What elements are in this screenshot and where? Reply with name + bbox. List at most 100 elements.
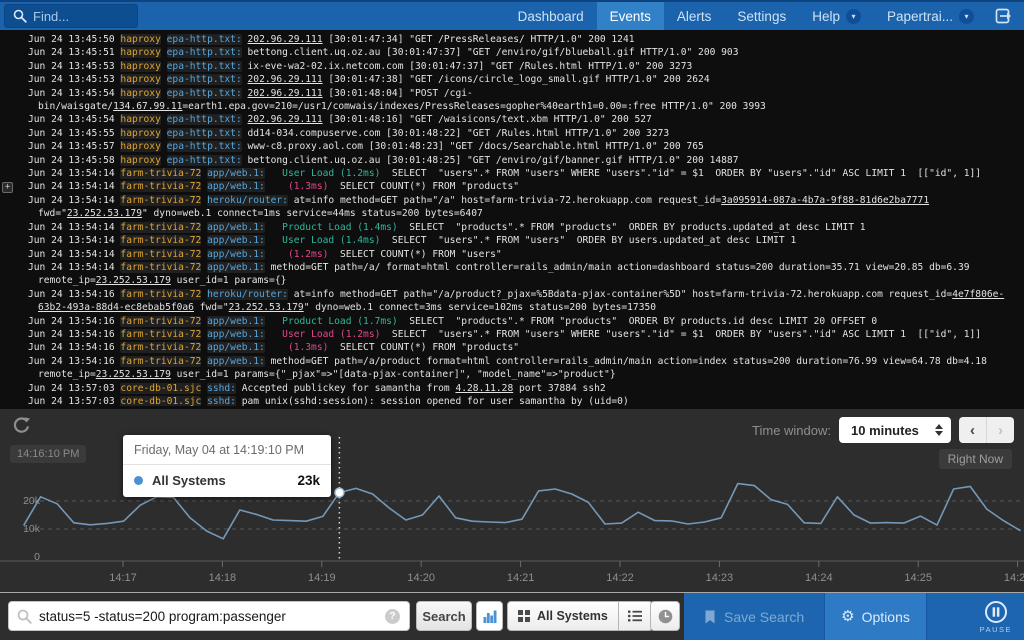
log-linked-token[interactable]: 202.96.29.111: [248, 34, 323, 45]
log-program-name[interactable]: sshd:: [207, 383, 236, 394]
log-line[interactable]: Jun 24 13:57:03 core-db-01.sjc sshd: pam…: [0, 395, 1024, 406]
seek-to-time-button[interactable]: [650, 601, 680, 631]
nav-item-alerts[interactable]: Alerts: [664, 2, 725, 30]
log-linked-token[interactable]: 23.252.53.179: [96, 275, 171, 286]
log-linked-token[interactable]: 202.96.29.111: [248, 74, 323, 85]
log-system-name[interactable]: farm-trivia-72: [120, 222, 201, 233]
log-system-name[interactable]: haproxy: [120, 88, 160, 99]
log-line[interactable]: Jun 24 13:45:54 haproxy epa-http.txt: 20…: [0, 113, 1024, 126]
log-line[interactable]: Jun 24 13:54:16 farm-trivia-72 app/web.1…: [0, 355, 1024, 382]
log-system-name[interactable]: haproxy: [120, 34, 160, 45]
log-system-name[interactable]: farm-trivia-72: [120, 316, 201, 327]
log-program-name[interactable]: epa-http.txt:: [167, 141, 242, 152]
pager-prev-button[interactable]: ‹: [959, 417, 987, 443]
time-window-select[interactable]: 10 minutes: [839, 417, 951, 443]
nav-item-dashboard[interactable]: Dashboard: [505, 2, 597, 30]
log-line[interactable]: Jun 24 13:45:53 haproxy epa-http.txt: ix…: [0, 60, 1024, 73]
log-program-name[interactable]: epa-http.txt:: [167, 88, 242, 99]
log-system-name[interactable]: haproxy: [120, 128, 160, 139]
log-line[interactable]: Jun 24 13:54:16 farm-trivia-72 app/web.1…: [0, 341, 1024, 354]
log-system-name[interactable]: farm-trivia-72: [120, 249, 201, 260]
find-input[interactable]: [33, 9, 121, 24]
log-program-name[interactable]: app/web.1:: [207, 356, 265, 367]
log-line[interactable]: +Jun 24 13:54:14 farm-trivia-72 app/web.…: [0, 180, 1024, 193]
log-system-name[interactable]: haproxy: [120, 74, 160, 85]
log-linked-token[interactable]: 4.28.11.28: [455, 383, 513, 394]
log-system-name[interactable]: haproxy: [120, 114, 160, 125]
log-system-name[interactable]: farm-trivia-72: [120, 235, 201, 246]
log-system-name[interactable]: core-db-01.sjc: [120, 396, 201, 406]
log-system-name[interactable]: farm-trivia-72: [120, 195, 201, 206]
log-linked-token[interactable]: 3a095914-087a-4b7a-9f88-81d6e2ba7771: [721, 195, 929, 206]
log-system-name[interactable]: farm-trivia-72: [120, 168, 201, 179]
nav-item-help[interactable]: Help▾: [799, 2, 874, 30]
log-system-name[interactable]: haproxy: [120, 61, 160, 72]
log-program-name[interactable]: epa-http.txt:: [167, 114, 242, 125]
log-line[interactable]: Jun 24 13:54:14 farm-trivia-72 app/web.1…: [0, 234, 1024, 247]
logout-button[interactable]: [987, 2, 1024, 30]
log-program-name[interactable]: app/web.1:: [207, 222, 265, 233]
log-program-name[interactable]: epa-http.txt:: [167, 61, 242, 72]
log-line[interactable]: Jun 24 13:54:14 farm-trivia-72 app/web.1…: [0, 261, 1024, 288]
log-line[interactable]: Jun 24 13:54:14 farm-trivia-72 app/web.1…: [0, 248, 1024, 261]
log-line[interactable]: Jun 24 13:45:57 haproxy epa-http.txt: ww…: [0, 140, 1024, 153]
log-linked-token[interactable]: 202.96.29.111: [248, 88, 323, 99]
log-line[interactable]: Jun 24 13:54:14 farm-trivia-72 app/web.1…: [0, 221, 1024, 234]
log-line[interactable]: Jun 24 13:54:16 farm-trivia-72 app/web.1…: [0, 328, 1024, 341]
log-program-name[interactable]: app/web.1:: [207, 342, 265, 353]
log-system-name[interactable]: farm-trivia-72: [120, 289, 201, 300]
log-program-name[interactable]: sshd:: [207, 396, 236, 406]
pause-button[interactable]: PAUSE: [980, 600, 1012, 634]
log-line[interactable]: Jun 24 13:45:51 haproxy epa-http.txt: be…: [0, 46, 1024, 59]
log-line[interactable]: Jun 24 13:54:14 farm-trivia-72 heroku/ro…: [0, 194, 1024, 221]
expand-context-icon[interactable]: +: [2, 182, 13, 193]
save-search-button[interactable]: Save Search: [684, 593, 824, 640]
log-program-name[interactable]: app/web.1:: [207, 316, 265, 327]
log-system-name[interactable]: core-db-01.sjc: [120, 383, 201, 394]
nav-item-papertrai[interactable]: Papertrai...▾: [874, 2, 987, 30]
log-program-name[interactable]: heroku/router:: [207, 289, 288, 300]
find-box[interactable]: [4, 4, 138, 28]
log-program-name[interactable]: heroku/router:: [207, 195, 288, 206]
options-button[interactable]: ⚙ Options: [824, 593, 927, 640]
pager-next-button[interactable]: ›: [987, 417, 1014, 443]
highlighted-point[interactable]: [335, 488, 344, 497]
log-line[interactable]: Jun 24 13:45:53 haproxy epa-http.txt: 20…: [0, 73, 1024, 86]
log-program-name[interactable]: epa-http.txt:: [167, 155, 242, 166]
help-icon[interactable]: ?: [385, 609, 400, 624]
log-line[interactable]: Jun 24 13:45:50 haproxy epa-http.txt: 20…: [0, 33, 1024, 46]
log-program-name[interactable]: epa-http.txt:: [167, 74, 242, 85]
log-line[interactable]: Jun 24 13:57:03 core-db-01.sjc sshd: Acc…: [0, 382, 1024, 395]
log-linked-token[interactable]: 23.252.53.179: [229, 302, 304, 313]
log-program-name[interactable]: app/web.1:: [207, 181, 265, 192]
refresh-button[interactable]: [12, 416, 32, 436]
log-system-name[interactable]: farm-trivia-72: [120, 181, 201, 192]
log-system-name[interactable]: haproxy: [120, 155, 160, 166]
nav-item-events[interactable]: Events: [597, 2, 664, 30]
log-line[interactable]: Jun 24 13:45:54 haproxy epa-http.txt: 20…: [0, 87, 1024, 114]
log-program-name[interactable]: app/web.1:: [207, 262, 265, 273]
query-input[interactable]: [39, 609, 376, 624]
log-system-name[interactable]: farm-trivia-72: [120, 342, 201, 353]
log-line[interactable]: Jun 24 13:54:14 farm-trivia-72 app/web.1…: [0, 167, 1024, 180]
log-system-name[interactable]: farm-trivia-72: [120, 262, 201, 273]
graph-toggle-button[interactable]: [476, 601, 503, 631]
log-line[interactable]: Jun 24 13:45:58 haproxy epa-http.txt: be…: [0, 154, 1024, 167]
log-linked-token[interactable]: 23.252.53.179: [67, 208, 142, 219]
search-button[interactable]: Search: [416, 601, 472, 631]
log-line[interactable]: Jun 24 13:54:16 farm-trivia-72 app/web.1…: [0, 315, 1024, 328]
log-line[interactable]: Jun 24 13:45:55 haproxy epa-http.txt: dd…: [0, 127, 1024, 140]
nav-item-settings[interactable]: Settings: [724, 2, 799, 30]
log-system-name[interactable]: farm-trivia-72: [120, 356, 201, 367]
log-program-name[interactable]: epa-http.txt:: [167, 34, 242, 45]
all-systems-button[interactable]: All Systems: [507, 601, 619, 631]
log-linked-token[interactable]: 134.67.99.11: [113, 101, 182, 112]
log-program-name[interactable]: app/web.1:: [207, 329, 265, 340]
log-linked-token[interactable]: 23.252.53.179: [96, 369, 171, 380]
log-line[interactable]: Jun 24 13:54:16 farm-trivia-72 heroku/ro…: [0, 288, 1024, 315]
log-system-name[interactable]: haproxy: [120, 47, 160, 58]
log-program-name[interactable]: app/web.1:: [207, 235, 265, 246]
log-system-name[interactable]: haproxy: [120, 141, 160, 152]
log-program-name[interactable]: epa-http.txt:: [167, 47, 242, 58]
log-program-name[interactable]: epa-http.txt:: [167, 128, 242, 139]
